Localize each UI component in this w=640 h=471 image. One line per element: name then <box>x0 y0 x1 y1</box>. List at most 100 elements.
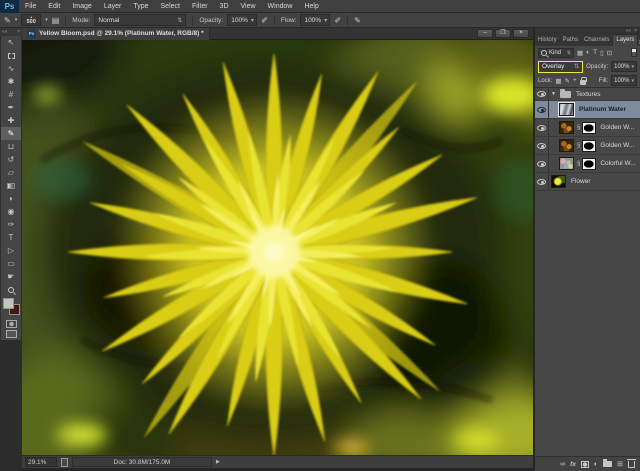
eye-icon[interactable] <box>537 160 546 167</box>
layer-thumbnail[interactable] <box>559 121 574 134</box>
eye-icon[interactable] <box>537 91 546 97</box>
eye-icon[interactable] <box>537 124 546 131</box>
document-tab[interactable]: Ps Yellow Bloom.psd @ 29.1% (Platinum Wa… <box>22 27 210 40</box>
tab-history[interactable]: History <box>535 35 560 46</box>
layer-row-golden-water-2[interactable]: § Golden W... <box>535 137 640 155</box>
mask-link-icon[interactable]: § <box>577 143 580 149</box>
tab-channels[interactable]: Channels <box>581 35 612 46</box>
filter-type-icon[interactable]: T <box>593 49 597 56</box>
brush-panel-toggle-icon[interactable]: ▤ <box>52 16 60 25</box>
quick-mask-button[interactable] <box>5 320 17 328</box>
marquee-tool[interactable] <box>1 49 21 62</box>
expand-triangle-icon[interactable]: ▼ <box>551 91 556 97</box>
visibility-cell[interactable] <box>535 119 549 136</box>
canvas[interactable] <box>22 40 533 455</box>
filtering-toggle[interactable] <box>631 48 637 57</box>
menu-view[interactable]: View <box>235 0 262 13</box>
brush-size-caret-icon[interactable]: ▾ <box>45 17 48 23</box>
zoom-tool[interactable] <box>1 283 21 296</box>
lock-all-icon[interactable] <box>579 76 587 85</box>
menu-select[interactable]: Select <box>155 0 186 13</box>
menu-type[interactable]: Type <box>127 0 154 13</box>
eye-icon[interactable] <box>537 178 546 185</box>
close-button[interactable]: × <box>513 29 529 38</box>
restore-button[interactable]: ❐ <box>495 29 511 38</box>
lock-pixels-icon[interactable]: ✎ <box>565 77 570 85</box>
layer-mask-thumbnail[interactable] <box>582 157 597 170</box>
layer-thumbnail[interactable] <box>559 103 574 116</box>
menu-window[interactable]: Window <box>262 0 299 13</box>
mask-link-icon[interactable]: § <box>577 161 580 167</box>
layer-mask-thumbnail[interactable] <box>582 121 597 134</box>
zoom-level-field[interactable]: 29.1% <box>25 457 57 467</box>
layer-row-golden-water-1[interactable]: § Golden W... <box>535 119 640 137</box>
adjustment-layer-button[interactable]: ◐ <box>594 461 598 468</box>
layer-row-flower[interactable]: Flower <box>535 173 640 191</box>
tools-close-icon[interactable]: × <box>17 29 20 35</box>
filter-smart-object-icon[interactable]: ⊡ <box>607 49 612 57</box>
visibility-cell[interactable] <box>535 173 549 190</box>
brush-size-picker[interactable]: • 500 <box>21 14 42 26</box>
opacity-select[interactable]: 100% ▾ <box>227 14 258 26</box>
visibility-cell[interactable] <box>535 137 549 154</box>
quick-selection-tool[interactable]: ✱ <box>1 75 21 88</box>
brush-preset-caret-icon[interactable]: ▾ <box>15 17 18 23</box>
tab-layers[interactable]: Layers <box>612 34 639 46</box>
brush-tool[interactable]: ✎ <box>1 127 21 140</box>
lock-position-icon[interactable]: + <box>573 77 577 84</box>
visibility-cell[interactable] <box>535 155 549 172</box>
layer-mask-thumbnail[interactable] <box>582 139 597 152</box>
layer-group-textures[interactable]: ▼ Textures <box>535 88 640 101</box>
new-layer-button[interactable]: ⊞ <box>617 461 623 468</box>
layer-blend-mode-select[interactable]: Overlay ⇅ <box>538 60 584 73</box>
hand-tool[interactable]: ☛ <box>1 270 21 283</box>
link-layers-button[interactable]: ∞ <box>560 461 565 468</box>
move-tool[interactable]: ↖ <box>1 36 21 49</box>
airbrush-flow-icon[interactable]: ✐ <box>334 16 341 25</box>
healing-brush-tool[interactable]: ✚ <box>1 114 21 127</box>
eye-icon[interactable] <box>537 142 546 149</box>
clone-stamp-tool[interactable]: ⊔ <box>1 140 21 153</box>
shape-tool[interactable]: ▭ <box>1 257 21 270</box>
type-tool[interactable]: T <box>1 231 21 244</box>
lock-transparency-icon[interactable]: ▦ <box>555 77 561 85</box>
lasso-tool[interactable]: ∿ <box>1 62 21 75</box>
blend-mode-select[interactable]: Normal ⇅ <box>94 14 187 26</box>
kind-filter-select[interactable]: Kind ⇅ <box>538 47 574 58</box>
menu-help[interactable]: Help <box>298 0 324 13</box>
minimize-button[interactable]: – <box>477 29 493 38</box>
visibility-cell[interactable] <box>535 101 549 118</box>
layer-style-button[interactable]: fx <box>570 461 576 468</box>
layer-row-platinum-water[interactable]: Platinum Water <box>535 101 640 119</box>
foreground-color-swatch[interactable] <box>3 298 14 309</box>
mask-link-icon[interactable]: § <box>577 125 580 131</box>
eyedropper-tool[interactable]: ✒ <box>1 101 21 114</box>
tools-collapse-icon[interactable]: «« <box>2 29 8 35</box>
menu-file[interactable]: File <box>19 0 42 13</box>
pen-tool[interactable]: ✑ <box>1 218 21 231</box>
crop-tool[interactable]: # <box>1 88 21 101</box>
add-mask-button[interactable] <box>580 460 589 468</box>
filter-adjustment-icon[interactable]: ◐ <box>586 49 590 56</box>
eye-icon[interactable] <box>537 106 546 113</box>
flow-select[interactable]: 100% ▾ <box>300 14 331 26</box>
filter-pixel-icon[interactable]: ▦ <box>577 49 583 57</box>
airbrush-opacity-icon[interactable]: ✐ <box>261 16 268 25</box>
layer-thumbnail[interactable] <box>559 157 574 170</box>
menu-layer[interactable]: Layer <box>98 0 128 13</box>
menu-filter[interactable]: Filter <box>186 0 214 13</box>
pressure-brush-icon[interactable]: ✎ <box>354 16 361 25</box>
path-selection-tool[interactable]: ▷ <box>1 244 21 257</box>
layer-thumbnail[interactable] <box>551 175 566 188</box>
menu-edit[interactable]: Edit <box>42 0 66 13</box>
layer-opacity-select[interactable]: 100% ▾ <box>611 61 637 72</box>
layer-thumbnail[interactable] <box>559 139 574 152</box>
menu-3d[interactable]: 3D <box>214 0 235 13</box>
menu-image[interactable]: Image <box>66 0 97 13</box>
tab-paths[interactable]: Paths <box>560 35 581 46</box>
status-popup-arrow-icon[interactable]: ▶ <box>216 459 220 465</box>
filter-shape-icon[interactable]: ▯ <box>600 49 604 57</box>
brush-preset-icon[interactable]: ✎ <box>4 16 11 25</box>
visibility-cell[interactable] <box>535 88 549 100</box>
history-brush-tool[interactable]: ↺ <box>1 153 21 166</box>
